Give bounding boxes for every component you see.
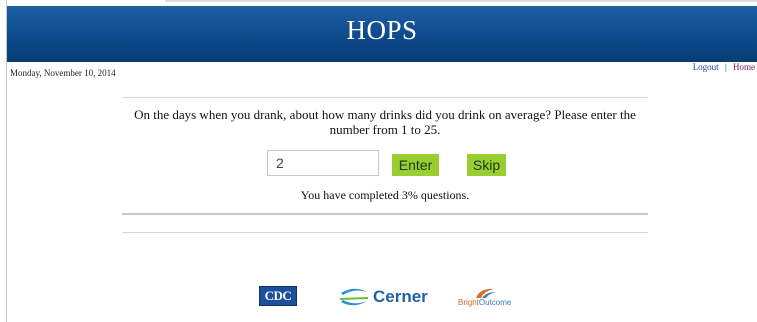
- bright-word: Bright: [458, 298, 479, 307]
- divider-middle: [122, 213, 648, 215]
- partner-logos: CDC Cerner BrightOutcome: [0, 282, 757, 312]
- outcome-word: Outcome: [478, 298, 512, 307]
- skip-button[interactable]: Skip: [467, 154, 506, 176]
- app-title: HOPS: [346, 15, 418, 45]
- current-date: Monday, November 10, 2014: [10, 68, 116, 78]
- enter-button[interactable]: Enter: [392, 154, 439, 176]
- cerner-logo: Cerner: [339, 285, 428, 309]
- divider-bottom: [122, 232, 648, 233]
- cerner-wordmark: Cerner: [373, 287, 428, 306]
- logout-link[interactable]: Logout: [693, 62, 719, 72]
- cerner-swoosh-icon: [340, 288, 368, 306]
- top-divider: [165, 0, 757, 2]
- question-text: On the days when you drank, about how ma…: [134, 107, 636, 137]
- progress-text: You have completed 3% questions.: [300, 188, 470, 202]
- divider-top: [122, 97, 648, 98]
- bright-outcome-logo: BrightOutcome: [458, 287, 524, 309]
- nav-separator: |: [724, 62, 727, 72]
- answer-input[interactable]: [267, 150, 379, 176]
- bright-outcome-wordmark: BrightOutcome: [458, 298, 511, 307]
- top-nav: Logout | Home: [693, 62, 755, 72]
- page: HOPS Monday, November 10, 2014 Logout | …: [0, 0, 757, 322]
- header-banner: HOPS: [7, 6, 757, 62]
- cdc-logo: CDC: [259, 286, 297, 306]
- home-link[interactable]: Home: [733, 62, 755, 72]
